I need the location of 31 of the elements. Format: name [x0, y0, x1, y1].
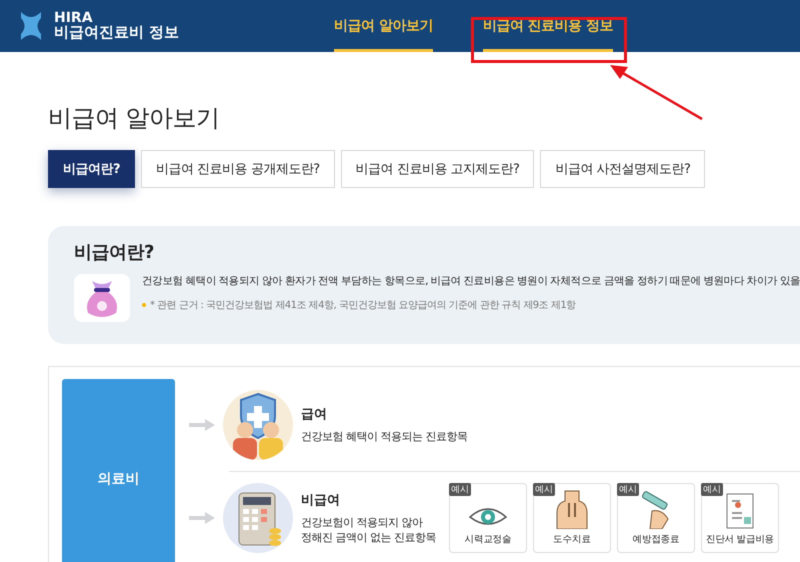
example-label: 진단서 발급비용: [706, 533, 774, 546]
nav-link[interactable]: 비급여 알아보기: [334, 0, 433, 52]
example-label: 시력교정술: [464, 533, 512, 546]
category-title: 비급여: [301, 492, 341, 509]
info-title: 비급여란?: [74, 241, 155, 264]
legal-note: * 관련 근거 : 국민건강보험법 제41조 제4항, 국민건강보험 요양급여의 기준에 관한 규칙 제9조 제1항: [150, 299, 576, 312]
category-description: 건강보험이 적용되지 않아 정해진 금액이 없는 진료항목: [301, 514, 437, 546]
nav-link[interactable]: 비급여 진료비용 정보: [482, 0, 614, 52]
example-label: 예방접종료: [632, 533, 680, 546]
document-icon: [726, 493, 754, 529]
category-title: 급여: [301, 406, 328, 424]
page-title: 비급여 알아보기: [48, 103, 221, 134]
example-badge: 예시: [617, 483, 639, 496]
example-label: 도수치료: [553, 533, 591, 546]
bullet-icon: [142, 303, 146, 307]
tab[interactable]: 비급여 사전설명제도란?: [540, 150, 706, 188]
category-description: 건강보험 혜택이 적용되는 진료항목: [301, 429, 468, 445]
logo-icon: [18, 10, 44, 42]
tab[interactable]: 비급여 진료비용 공개제도란?: [141, 150, 335, 188]
info-description: 건강보험 혜택이 적용되지 않아 환자가 전액 부담하는 항목으로, 비급여 진료비용은 병원이 자체적으로 금액을 정하기 때문에 병원마다 차이가 있을: [142, 274, 800, 288]
arrow-icon: [189, 512, 215, 524]
example-badge: 예시: [533, 483, 555, 496]
root-label: 의료비: [98, 470, 140, 488]
arrow-icon: [189, 419, 215, 431]
example-badge: 예시: [449, 483, 471, 496]
money-bag-icon: [74, 274, 130, 322]
tab[interactable]: 비급여 진료비용 고지제도란?: [340, 150, 534, 188]
logo-subtitle: 비급여진료비 정보: [54, 25, 180, 42]
example-badge: 예시: [701, 483, 723, 496]
logo-title: HIRA: [54, 10, 93, 26]
tab[interactable]: 비급여란?: [48, 150, 136, 188]
